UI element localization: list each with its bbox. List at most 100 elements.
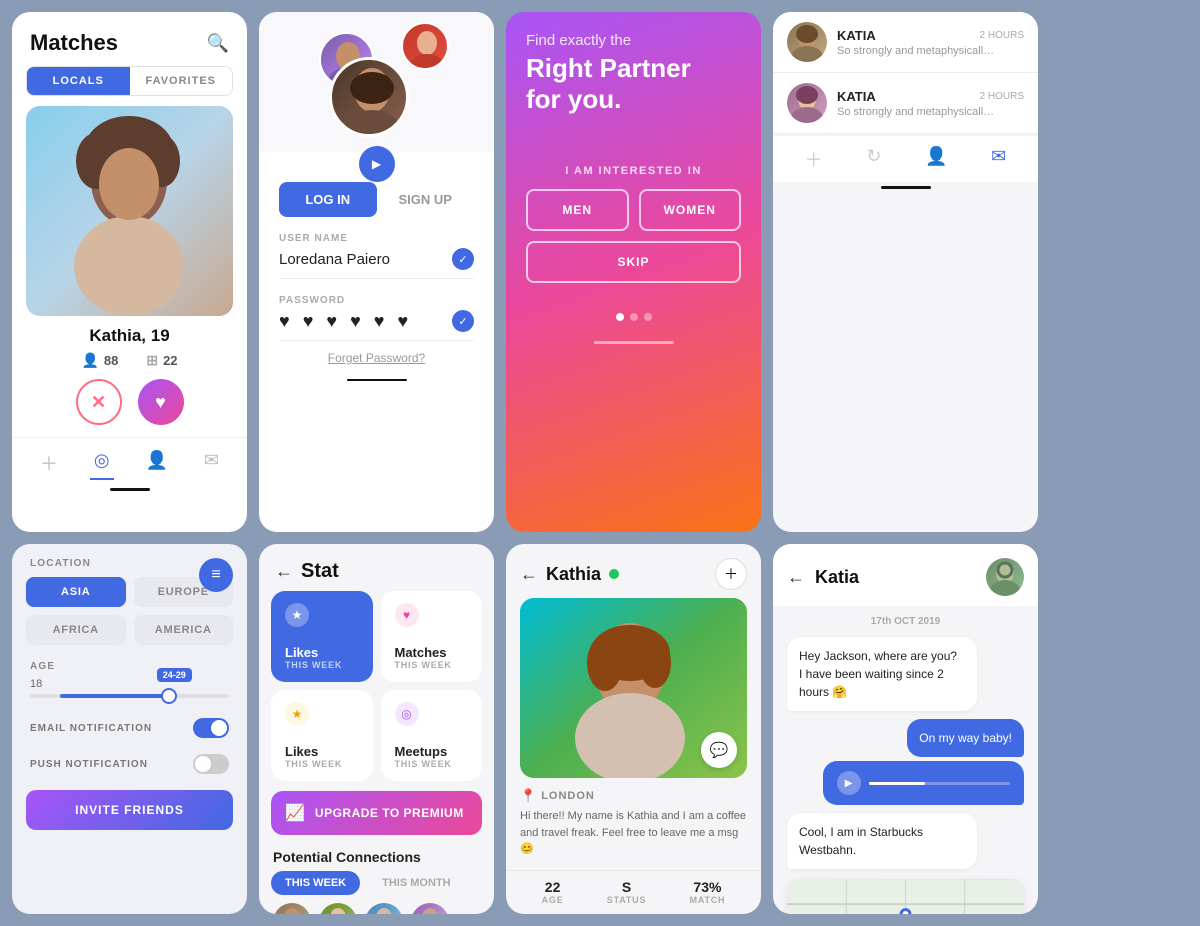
like-button[interactable]: ♥ [138, 379, 184, 425]
person-icon: 👤 [81, 352, 98, 369]
matches-stat-card[interactable]: ♥ Matches THIS WEEK [381, 591, 483, 682]
this-week-tab[interactable]: THIS WEEK [271, 871, 360, 895]
matches-title: Matches [30, 30, 118, 56]
conn-avatar-4[interactable] [411, 903, 449, 914]
bubble-received-text-2: Cool, I am in Starbucks Westbahn. [787, 813, 977, 869]
password-field: PASSWORD ♥ ♥ ♥ ♥ ♥ ♥ ✓ [279, 295, 474, 341]
profile-nav-icon[interactable]: 👤 [142, 446, 172, 480]
upgrade-button[interactable]: 📈 UPGRADE TO PREMIUM [271, 791, 482, 835]
location-text: LONDON [541, 790, 595, 802]
status-value: S [607, 879, 646, 895]
message-sent-1: On my way baby! [787, 719, 1024, 757]
bottom-divider [347, 379, 407, 381]
tab-locals[interactable]: LOCALS [27, 67, 130, 95]
chat-partner-name: Katia [815, 567, 859, 588]
search-icon[interactable]: 🔍 [207, 33, 229, 54]
men-button[interactable]: MEN [526, 189, 629, 231]
likes-stat-card[interactable]: ★ Likes THIS WEEK [271, 591, 373, 682]
slider-thumb[interactable]: 24-29 [161, 688, 177, 704]
upgrade-icon: 📈 [285, 803, 305, 823]
login-tab-signup[interactable]: SIGN UP [377, 182, 475, 217]
location-row: 📍 LONDON [506, 788, 761, 808]
back-arrow-icon[interactable]: ← [275, 561, 293, 582]
chat-name-1: KATIA [837, 28, 876, 43]
add-profile-button[interactable]: ＋ [715, 558, 747, 590]
profile-detail-actions: ＋ [715, 558, 747, 590]
invite-friends-button[interactable]: INVITE FRIENDS [26, 790, 233, 830]
location-message-card[interactable]: LOCATION [787, 879, 1024, 914]
mail-icon[interactable]: ✉ [991, 146, 1006, 172]
matches-sublabel: THIS WEEK [395, 660, 469, 670]
avatar-main [329, 57, 409, 137]
profile-back-arrow[interactable]: ← [520, 564, 538, 585]
photos-stat: ⊞ 22 [146, 352, 177, 369]
tab-favorites[interactable]: FAVORITES [130, 67, 233, 95]
right-partner-card: Find exactly the Right Partner for you. … [506, 12, 761, 532]
skip-button[interactable]: SKIP [526, 241, 741, 283]
meetups-stat-card[interactable]: ◎ Meetups THIS WEEK [381, 690, 483, 781]
bottom-nav: ＋ ◎ 👤 ✉ [12, 437, 247, 484]
this-month-tab[interactable]: THIS MONTH [368, 871, 464, 895]
age-section-label: AGE [30, 661, 229, 672]
likes2-stat-card[interactable]: ★ Likes THIS WEEK [271, 690, 373, 781]
audio-progress-bar [869, 782, 1010, 785]
user-icon[interactable]: 👤 [925, 146, 947, 172]
nav4-divider [881, 186, 931, 189]
message-sent-audio: ▶ [787, 761, 1024, 805]
email-notification-row: EMAIL NOTIFICATION [12, 710, 247, 746]
matches-label: Matches [395, 645, 469, 660]
chat-item-2[interactable]: KATIA 2 HOURS So strongly and metaphysic… [773, 73, 1038, 134]
location-map-preview [787, 879, 1024, 914]
match-value: 73% [690, 879, 726, 895]
gender-buttons: MEN WOMEN [526, 189, 741, 231]
tab-bar: LOCALS FAVORITES [26, 66, 233, 96]
profile-bio: Hi there!! My name is Kathia and I am a … [506, 808, 761, 868]
chat-info-1: KATIA 2 HOURS So strongly and metaphysic… [837, 28, 1024, 57]
age-slider[interactable]: 24-29 [30, 694, 229, 698]
push-notification-toggle[interactable] [193, 754, 229, 774]
add-nav-icon[interactable]: ＋ [36, 446, 62, 480]
push-notification-row: PUSH NOTIFICATION [12, 746, 247, 782]
audio-bubble[interactable]: ▶ [823, 761, 1024, 805]
chat-partner-avatar [986, 558, 1024, 596]
match-stat: 73% MATCH [690, 879, 726, 905]
meetups-label: Meetups [395, 744, 469, 759]
chat-back-icon[interactable]: ← [787, 567, 805, 588]
chat-msg-2: So strongly and metaphysically did I ... [837, 106, 997, 118]
check-icon: ✓ [452, 248, 474, 270]
location-africa[interactable]: AFRICA [26, 615, 126, 645]
login-tab-login[interactable]: LOG IN [279, 182, 377, 217]
chat-time-1: 2 HOURS [980, 30, 1024, 41]
add-icon[interactable]: ＋ [805, 146, 823, 172]
location-america[interactable]: AMERICA [134, 615, 234, 645]
email-notification-toggle[interactable] [193, 718, 229, 738]
chat-msg-1: So strongly and metaphysically did I ... [837, 45, 997, 57]
forgot-password-link[interactable]: Forget Password? [259, 351, 494, 365]
reject-button[interactable]: ✕ [76, 379, 122, 425]
settings-card: ≡ LOCATION ASIA EUROPE AFRICA AMERICA AG… [12, 544, 247, 914]
menu-button[interactable]: ≡ [199, 558, 233, 592]
message-button[interactable]: 💬 [701, 732, 737, 768]
conn-avatar-2[interactable] [319, 903, 357, 914]
audio-play-icon[interactable]: ▶ [837, 771, 861, 795]
page-indicator [506, 313, 761, 321]
bubble-sent-text-1: On my way baby! [907, 719, 1024, 757]
explore-nav-icon[interactable]: ◎ [90, 446, 114, 480]
women-button[interactable]: WOMEN [639, 189, 742, 231]
chat-item-1[interactable]: KATIA 2 HOURS So strongly and metaphysic… [773, 12, 1038, 73]
chat-avatar-2 [787, 83, 827, 123]
nav-underline [110, 488, 150, 491]
toggle-circle-push [195, 756, 211, 772]
password-value[interactable]: ♥ ♥ ♥ ♥ ♥ ♥ [279, 311, 412, 332]
upgrade-text: UPGRADE TO PREMIUM [315, 806, 464, 820]
age-value: 22 [542, 879, 564, 895]
username-value[interactable]: Loredana Paiero [279, 251, 390, 268]
conn-avatar-1[interactable] [273, 903, 311, 914]
conn-avatar-3[interactable] [365, 903, 403, 914]
location-asia[interactable]: ASIA [26, 577, 126, 607]
card4-bottom-nav: ＋ ↻ 👤 ✉ [773, 136, 1038, 182]
refresh-icon[interactable]: ↻ [866, 146, 881, 172]
profile-detail-photo: 💬 [520, 598, 747, 778]
message-nav-icon[interactable]: ✉ [200, 446, 223, 480]
toggle-circle-email [211, 720, 227, 736]
